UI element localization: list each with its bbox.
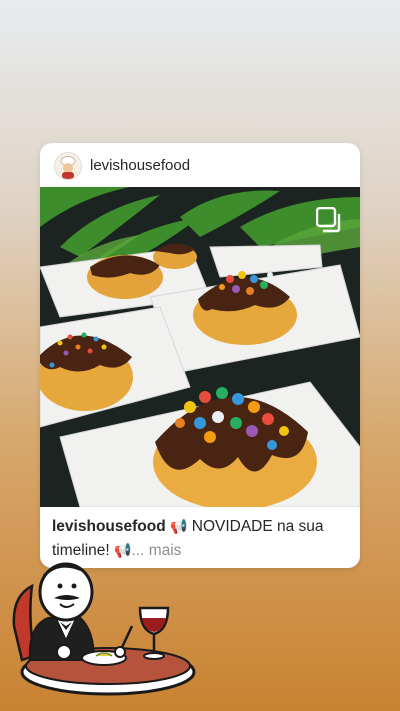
- story-post-card[interactable]: levishousefood levishousefood 📢 NOVIDADE…: [40, 143, 360, 568]
- chef-avatar-icon: [55, 153, 81, 179]
- caption-username[interactable]: levishousefood: [52, 518, 166, 535]
- multiple-photos-icon: [316, 207, 341, 233]
- profile-avatar[interactable]: [54, 152, 82, 180]
- restaurant-waiter-sticker[interactable]: [8, 556, 204, 702]
- post-username[interactable]: levishousefood: [90, 157, 190, 174]
- post-photo[interactable]: [40, 187, 360, 507]
- post-header: levishousefood: [40, 143, 360, 187]
- megaphone-icon: 📢: [170, 519, 188, 535]
